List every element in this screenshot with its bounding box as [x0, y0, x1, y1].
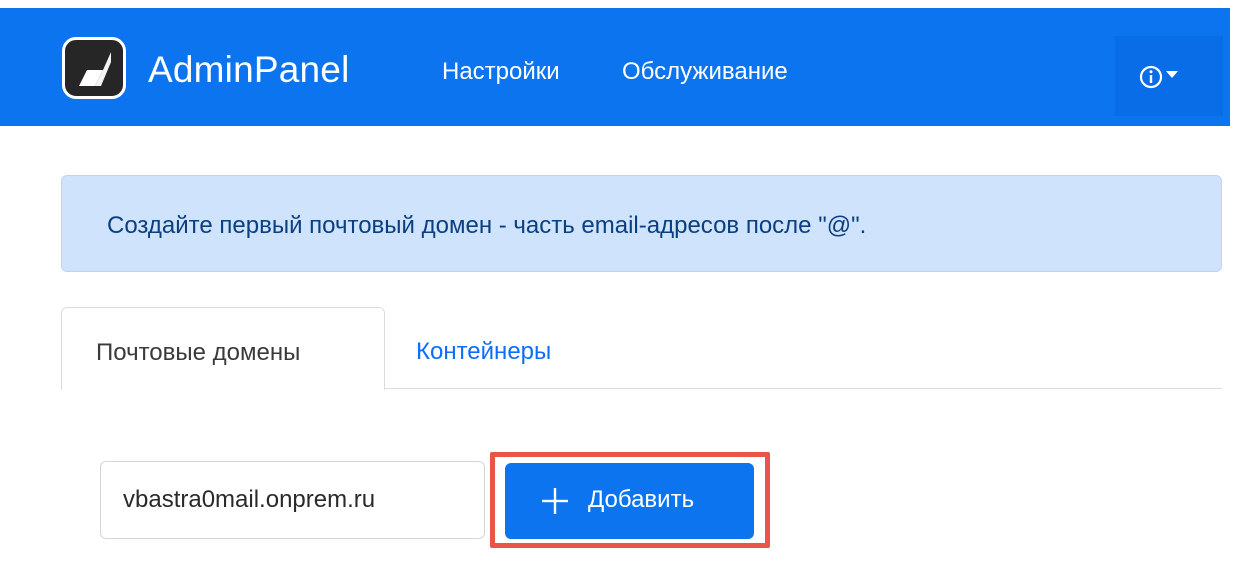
tab-containers[interactable]: Контейнеры — [416, 338, 551, 366]
tab-mail-domains-label: Почтовые домены — [96, 339, 301, 366]
alert-message: Создайте первый почтовый домен - часть e… — [107, 212, 867, 239]
domain-input[interactable] — [100, 461, 485, 539]
tab-mail-domains[interactable]: Почтовые домены — [61, 307, 385, 390]
add-button-label: Добавить — [588, 486, 695, 513]
nav-link-settings[interactable]: Настройки — [442, 57, 560, 87]
nav-link-service[interactable]: Обслуживание — [622, 57, 788, 87]
info-alert: Создайте первый почтовый домен - часть e… — [61, 175, 1222, 272]
navbar: AdminPanel Настройки Обслуживание — [0, 8, 1230, 126]
add-domain-button[interactable]: Добавить — [505, 463, 754, 539]
page-margin — [1230, 0, 1248, 566]
plus-icon — [542, 488, 568, 514]
brand-name[interactable]: AdminPanel — [148, 48, 350, 92]
info-circle-icon — [1139, 65, 1163, 89]
app-window: AdminPanel Настройки Обслуживание Создай… — [0, 0, 1248, 566]
info-dropdown-button[interactable] — [1115, 36, 1223, 116]
adminpanel-logo-icon[interactable] — [62, 37, 126, 99]
caret-down-icon — [1166, 71, 1178, 78]
